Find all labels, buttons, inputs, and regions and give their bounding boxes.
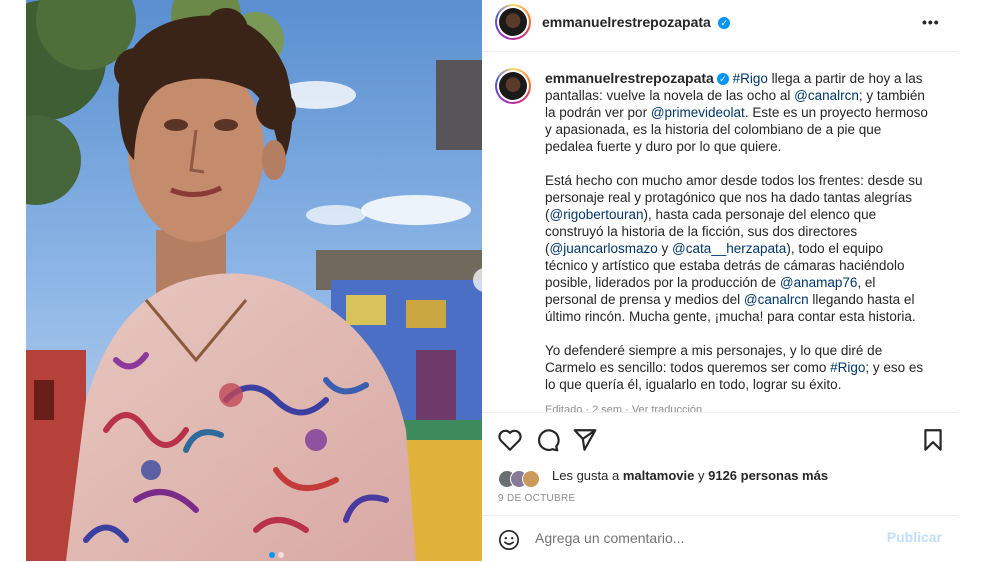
mention-link[interactable]: @primevideolat (651, 105, 745, 120)
heart-icon[interactable] (497, 427, 523, 453)
header-username[interactable]: emmanuelrestrepozapata (542, 14, 711, 30)
caption-paragraph-2: Está hecho con mucho amor desde todos lo… (545, 172, 928, 325)
caption-paragraph-1: emmanuelrestrepozapata ✓ #Rigo llega a pa… (545, 70, 928, 155)
share-icon[interactable] (572, 427, 598, 453)
post-date[interactable]: 9 DE OCTUBRE (498, 493, 576, 504)
emoji-icon[interactable] (498, 529, 520, 551)
verified-icon: ✓ (716, 73, 729, 86)
bookmark-icon[interactable] (920, 427, 946, 453)
likes-count[interactable]: 9126 personas más (708, 468, 828, 483)
mention-link[interactable]: @rigobertouran (550, 207, 644, 222)
verified-icon: ✓ (718, 16, 731, 29)
likes-summary[interactable]: Les gusta a maltamovie y 9126 personas m… (552, 468, 828, 483)
caption-meta[interactable]: Editado · 2 sem · Ver traducción (545, 404, 702, 412)
caption-username[interactable]: emmanuelrestrepozapata (545, 70, 714, 86)
publish-button[interactable]: Publicar (887, 529, 942, 545)
mention-link[interactable]: @anamap76 (780, 275, 858, 290)
caption-paragraph-3: Yo defenderé siempre a mis personajes, y… (545, 342, 928, 393)
likes-mid: y (694, 468, 709, 483)
carousel-indicator (269, 545, 287, 561)
caption-text: emmanuelrestrepozapata ✓ #Rigo llega a pa… (545, 70, 928, 410)
mention-link[interactable]: @juancarlosmazo (550, 241, 658, 256)
liked-by-user[interactable]: maltamovie (623, 468, 695, 483)
post-panel: emmanuelrestrepozapata ✓ ••• emmanuelres… (482, 0, 958, 561)
hashtag-link[interactable]: #Rigo (733, 71, 768, 86)
mention-link[interactable]: @canalrcn (744, 292, 809, 307)
caption-text-segment: y (657, 241, 673, 256)
post-photo[interactable]: › (26, 0, 482, 561)
carousel-dot-active (269, 552, 275, 558)
liked-by-avatars[interactable] (498, 470, 548, 488)
comment-icon[interactable] (534, 427, 560, 453)
mention-link[interactable]: @canalrcn (794, 88, 859, 103)
likes-prefix: Les gusta a (552, 468, 623, 483)
photo-illustration (26, 0, 482, 561)
post-header: emmanuelrestrepozapata ✓ ••• (482, 0, 958, 52)
action-section: Les gusta a maltamovie y 9126 personas m… (482, 412, 958, 561)
header-user: emmanuelrestrepozapata ✓ (542, 14, 731, 32)
comment-input[interactable]: Agrega un comentario... (535, 530, 684, 546)
more-options-icon[interactable]: ••• (922, 14, 940, 30)
caption-avatar[interactable] (495, 68, 531, 104)
carousel-dot (278, 552, 284, 558)
hashtag-link[interactable]: #Rigo (830, 360, 865, 375)
caption-area: emmanuelrestrepozapata ✓ #Rigo llega a pa… (482, 52, 958, 412)
mention-link[interactable]: @cata__herzapata (672, 241, 786, 256)
avatar[interactable] (495, 4, 531, 40)
comment-bar: Agrega un comentario... Publicar (482, 515, 958, 562)
